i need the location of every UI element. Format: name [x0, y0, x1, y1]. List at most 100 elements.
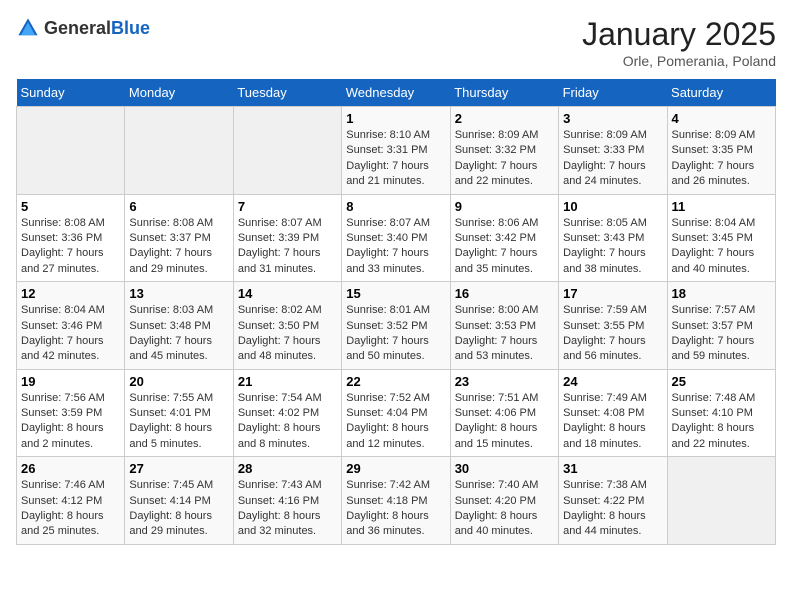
day-content: Sunrise: 8:09 AMSunset: 3:32 PMDaylight:…	[455, 128, 554, 190]
day-number: 14	[238, 286, 337, 301]
day-number: 13	[129, 286, 228, 301]
header-monday: Monday	[125, 79, 233, 107]
day-content: Sunrise: 8:03 AMSunset: 3:48 PMDaylight:…	[129, 303, 228, 365]
header-saturday: Saturday	[667, 79, 775, 107]
day-number: 12	[21, 286, 120, 301]
day-cell: 30Sunrise: 7:40 AMSunset: 4:20 PMDayligh…	[450, 457, 558, 545]
day-content: Sunrise: 7:51 AMSunset: 4:06 PMDaylight:…	[455, 391, 554, 453]
day-number: 20	[129, 374, 228, 389]
logo-icon	[16, 16, 40, 40]
day-content: Sunrise: 7:42 AMSunset: 4:18 PMDaylight:…	[346, 478, 445, 540]
calendar-body: 1 Sunrise: 8:10 AMSunset: 3:31 PMDaylight…	[17, 107, 776, 545]
day-cell: 14 Sunrise: 8:02 AMSunset: 3:50 PMDayligh…	[233, 282, 341, 370]
day-cell: 1 Sunrise: 8:10 AMSunset: 3:31 PMDaylight…	[342, 107, 450, 195]
day-number: 27	[129, 461, 228, 476]
day-cell: 26 Sunrise: 7:46 AMSunset: 4:12 PMDayligh…	[17, 457, 125, 545]
calendar-table: SundayMondayTuesdayWednesdayThursdayFrid…	[16, 79, 776, 545]
day-cell: 15Sunrise: 8:01 AMSunset: 3:52 PMDayligh…	[342, 282, 450, 370]
day-cell: 4 Sunrise: 8:09 AMSunset: 3:35 PMDaylight…	[667, 107, 775, 195]
day-cell: 27 Sunrise: 7:45 AMSunset: 4:14 PMDayligh…	[125, 457, 233, 545]
calendar-header: SundayMondayTuesdayWednesdayThursdayFrid…	[17, 79, 776, 107]
day-content: Sunrise: 8:02 AMSunset: 3:50 PMDaylight:…	[238, 303, 337, 365]
day-content: Sunrise: 7:48 AMSunset: 4:10 PMDaylight:…	[672, 391, 771, 453]
day-content: Sunrise: 7:56 AMSunset: 3:59 PMDaylight:…	[21, 391, 120, 453]
day-cell: 6 Sunrise: 8:08 AMSunset: 3:37 PMDaylight…	[125, 194, 233, 282]
day-number: 6	[129, 199, 228, 214]
day-content: Sunrise: 7:43 AMSunset: 4:16 PMDaylight:…	[238, 478, 337, 540]
day-content: Sunrise: 8:00 AMSunset: 3:53 PMDaylight:…	[455, 303, 554, 365]
day-number: 9	[455, 199, 554, 214]
day-content: Sunrise: 8:09 AMSunset: 3:33 PMDaylight:…	[563, 128, 662, 190]
day-number: 10	[563, 199, 662, 214]
calendar-subtitle: Orle, Pomerania, Poland	[582, 53, 776, 69]
week-row-4: 26 Sunrise: 7:46 AMSunset: 4:12 PMDayligh…	[17, 457, 776, 545]
day-cell: 12 Sunrise: 8:04 AMSunset: 3:46 PMDayligh…	[17, 282, 125, 370]
day-content: Sunrise: 7:38 AMSunset: 4:22 PMDaylight:…	[563, 478, 662, 540]
day-cell: 13 Sunrise: 8:03 AMSunset: 3:48 PMDayligh…	[125, 282, 233, 370]
page-header: GeneralBlue January 2025 Orle, Pomerania…	[16, 16, 776, 69]
day-content: Sunrise: 8:04 AMSunset: 3:45 PMDaylight:…	[672, 216, 771, 278]
day-number: 22	[346, 374, 445, 389]
day-cell: 31 Sunrise: 7:38 AMSunset: 4:22 PMDayligh…	[559, 457, 667, 545]
day-number: 30	[455, 461, 554, 476]
header-row: SundayMondayTuesdayWednesdayThursdayFrid…	[17, 79, 776, 107]
day-cell: 19 Sunrise: 7:56 AMSunset: 3:59 PMDayligh…	[17, 369, 125, 457]
day-number: 5	[21, 199, 120, 214]
day-content: Sunrise: 8:09 AMSunset: 3:35 PMDaylight:…	[672, 128, 771, 190]
day-cell: 18Sunrise: 7:57 AMSunset: 3:57 PMDayligh…	[667, 282, 775, 370]
day-number: 15	[346, 286, 445, 301]
day-content: Sunrise: 7:59 AMSunset: 3:55 PMDaylight:…	[563, 303, 662, 365]
day-cell: 24Sunrise: 7:49 AMSunset: 4:08 PMDayligh…	[559, 369, 667, 457]
day-number: 19	[21, 374, 120, 389]
day-cell: 9 Sunrise: 8:06 AMSunset: 3:42 PMDaylight…	[450, 194, 558, 282]
day-cell: 17Sunrise: 7:59 AMSunset: 3:55 PMDayligh…	[559, 282, 667, 370]
day-number: 1	[346, 111, 445, 126]
day-number: 31	[563, 461, 662, 476]
day-cell: 11Sunrise: 8:04 AMSunset: 3:45 PMDayligh…	[667, 194, 775, 282]
day-number: 28	[238, 461, 337, 476]
day-cell: 20 Sunrise: 7:55 AMSunset: 4:01 PMDayligh…	[125, 369, 233, 457]
day-content: Sunrise: 8:08 AMSunset: 3:37 PMDaylight:…	[129, 216, 228, 278]
day-number: 16	[455, 286, 554, 301]
day-number: 4	[672, 111, 771, 126]
day-content: Sunrise: 7:54 AMSunset: 4:02 PMDaylight:…	[238, 391, 337, 453]
day-content: Sunrise: 8:06 AMSunset: 3:42 PMDaylight:…	[455, 216, 554, 278]
day-content: Sunrise: 8:07 AMSunset: 3:39 PMDaylight:…	[238, 216, 337, 278]
logo-text-general: General	[44, 18, 111, 38]
title-block: January 2025 Orle, Pomerania, Poland	[582, 16, 776, 69]
day-cell: 22 Sunrise: 7:52 AMSunset: 4:04 PMDayligh…	[342, 369, 450, 457]
day-number: 21	[238, 374, 337, 389]
header-sunday: Sunday	[17, 79, 125, 107]
day-cell: 5 Sunrise: 8:08 AMSunset: 3:36 PMDaylight…	[17, 194, 125, 282]
day-content: Sunrise: 7:57 AMSunset: 3:57 PMDaylight:…	[672, 303, 771, 365]
day-number: 25	[672, 374, 771, 389]
day-cell: 21 Sunrise: 7:54 AMSunset: 4:02 PMDayligh…	[233, 369, 341, 457]
day-content: Sunrise: 7:55 AMSunset: 4:01 PMDaylight:…	[129, 391, 228, 453]
day-number: 24	[563, 374, 662, 389]
day-content: Sunrise: 8:10 AMSunset: 3:31 PMDaylight:…	[346, 128, 445, 190]
day-number: 29	[346, 461, 445, 476]
day-cell: 16 Sunrise: 8:00 AMSunset: 3:53 PMDayligh…	[450, 282, 558, 370]
day-cell: 23Sunrise: 7:51 AMSunset: 4:06 PMDayligh…	[450, 369, 558, 457]
day-content: Sunrise: 8:07 AMSunset: 3:40 PMDaylight:…	[346, 216, 445, 278]
header-wednesday: Wednesday	[342, 79, 450, 107]
day-content: Sunrise: 8:08 AMSunset: 3:36 PMDaylight:…	[21, 216, 120, 278]
logo-text-blue: Blue	[111, 18, 150, 38]
day-number: 2	[455, 111, 554, 126]
day-cell: 2 Sunrise: 8:09 AMSunset: 3:32 PMDaylight…	[450, 107, 558, 195]
header-tuesday: Tuesday	[233, 79, 341, 107]
day-cell: 3Sunrise: 8:09 AMSunset: 3:33 PMDaylight…	[559, 107, 667, 195]
day-content: Sunrise: 8:04 AMSunset: 3:46 PMDaylight:…	[21, 303, 120, 365]
week-row-1: 5 Sunrise: 8:08 AMSunset: 3:36 PMDaylight…	[17, 194, 776, 282]
week-row-0: 1 Sunrise: 8:10 AMSunset: 3:31 PMDaylight…	[17, 107, 776, 195]
day-number: 26	[21, 461, 120, 476]
week-row-2: 12 Sunrise: 8:04 AMSunset: 3:46 PMDayligh…	[17, 282, 776, 370]
day-cell	[17, 107, 125, 195]
day-content: Sunrise: 7:45 AMSunset: 4:14 PMDaylight:…	[129, 478, 228, 540]
day-content: Sunrise: 7:52 AMSunset: 4:04 PMDaylight:…	[346, 391, 445, 453]
day-cell: 29 Sunrise: 7:42 AMSunset: 4:18 PMDayligh…	[342, 457, 450, 545]
calendar-title: January 2025	[582, 16, 776, 53]
week-row-3: 19 Sunrise: 7:56 AMSunset: 3:59 PMDayligh…	[17, 369, 776, 457]
day-content: Sunrise: 7:46 AMSunset: 4:12 PMDaylight:…	[21, 478, 120, 540]
day-cell	[233, 107, 341, 195]
